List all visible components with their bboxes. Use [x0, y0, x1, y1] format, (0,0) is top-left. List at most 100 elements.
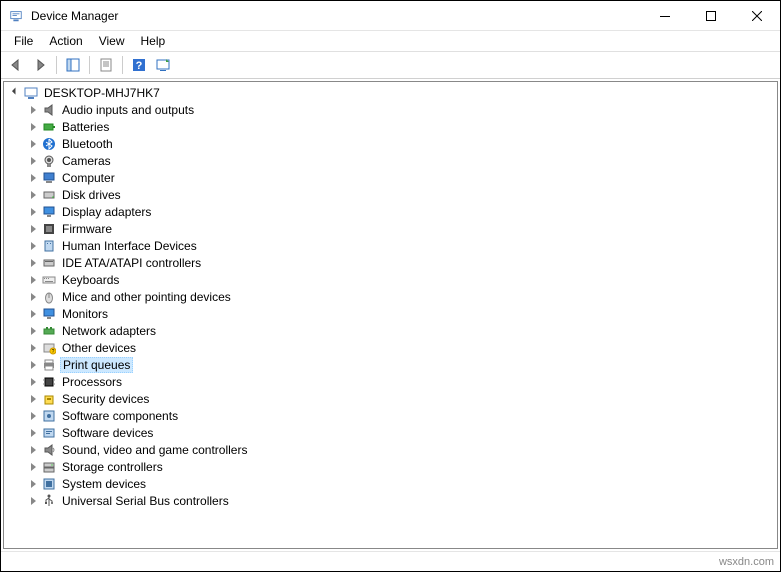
- expander-icon[interactable]: [26, 375, 40, 389]
- expander-icon[interactable]: [26, 324, 40, 338]
- expander-icon[interactable]: [26, 222, 40, 236]
- close-button[interactable]: [734, 1, 780, 31]
- tree-node-cameras[interactable]: Cameras: [26, 152, 777, 169]
- node-label[interactable]: Human Interface Devices: [60, 239, 199, 253]
- tree-node-bluetooth[interactable]: Bluetooth: [26, 135, 777, 152]
- node-label[interactable]: Keyboards: [60, 273, 121, 287]
- expander-icon[interactable]: [26, 205, 40, 219]
- node-label[interactable]: Print queues: [60, 357, 133, 373]
- tree-node-network[interactable]: Network adapters: [26, 322, 777, 339]
- node-label[interactable]: Firmware: [60, 222, 114, 236]
- node-label[interactable]: IDE ATA/ATAPI controllers: [60, 256, 203, 270]
- expander-icon[interactable]: [26, 358, 40, 372]
- node-label[interactable]: Network adapters: [60, 324, 158, 338]
- tree-node-usb[interactable]: Universal Serial Bus controllers: [26, 492, 777, 509]
- node-label[interactable]: Mice and other pointing devices: [60, 290, 233, 304]
- properties-button[interactable]: [95, 54, 117, 76]
- node-label[interactable]: Other devices: [60, 341, 138, 355]
- tree-node-display[interactable]: Display adapters: [26, 203, 777, 220]
- node-label[interactable]: Universal Serial Bus controllers: [60, 494, 231, 508]
- node-label[interactable]: Software components: [60, 409, 180, 423]
- tree-root-node[interactable]: DESKTOP-MHJ7HK7: [8, 84, 777, 101]
- disk-icon: [41, 187, 57, 203]
- node-label[interactable]: Security devices: [60, 392, 151, 406]
- expander-icon[interactable]: [26, 256, 40, 270]
- menu-view[interactable]: View: [92, 32, 132, 50]
- expander-icon[interactable]: [26, 188, 40, 202]
- menu-help[interactable]: Help: [134, 32, 173, 50]
- minimize-button[interactable]: [642, 1, 688, 31]
- tree-node-other[interactable]: ?Other devices: [26, 339, 777, 356]
- expander-icon[interactable]: [26, 171, 40, 185]
- firmware-icon: [41, 221, 57, 237]
- node-label[interactable]: Batteries: [60, 120, 111, 134]
- expander-icon[interactable]: [26, 409, 40, 423]
- app-icon: [9, 8, 25, 24]
- tree-node-keyboards[interactable]: Keyboards: [26, 271, 777, 288]
- device-tree[interactable]: DESKTOP-MHJ7HK7 Audio inputs and outputs…: [3, 81, 778, 549]
- forward-button[interactable]: [29, 54, 51, 76]
- expander-icon[interactable]: [8, 86, 22, 100]
- status-text: wsxdn.com: [719, 556, 774, 568]
- svg-text:?: ?: [136, 60, 143, 72]
- expander-icon[interactable]: [26, 273, 40, 287]
- node-label[interactable]: Storage controllers: [60, 460, 165, 474]
- audio-icon: [41, 102, 57, 118]
- node-label[interactable]: Software devices: [60, 426, 155, 440]
- tree-node-audio[interactable]: Audio inputs and outputs: [26, 101, 777, 118]
- expander-icon[interactable]: [26, 290, 40, 304]
- expander-icon[interactable]: [26, 137, 40, 151]
- tree-node-mice[interactable]: Mice and other pointing devices: [26, 288, 777, 305]
- node-label[interactable]: Disk drives: [60, 188, 123, 202]
- node-label[interactable]: Sound, video and game controllers: [60, 443, 249, 457]
- security-icon: [41, 391, 57, 407]
- node-label[interactable]: Bluetooth: [60, 137, 115, 151]
- tree-node-processors[interactable]: Processors: [26, 373, 777, 390]
- tree-node-ide[interactable]: IDE ATA/ATAPI controllers: [26, 254, 777, 271]
- expander-icon[interactable]: [26, 120, 40, 134]
- tree-node-security[interactable]: Security devices: [26, 390, 777, 407]
- expander-icon[interactable]: [26, 239, 40, 253]
- toolbar-separator: [56, 56, 57, 74]
- show-hide-tree-button[interactable]: [62, 54, 84, 76]
- tree-node-swdev[interactable]: Software devices: [26, 424, 777, 441]
- node-label[interactable]: Processors: [60, 375, 124, 389]
- tree-node-sound[interactable]: Sound, video and game controllers: [26, 441, 777, 458]
- expander-icon[interactable]: [26, 460, 40, 474]
- menu-action[interactable]: Action: [42, 32, 89, 50]
- tree-node-storage[interactable]: Storage controllers: [26, 458, 777, 475]
- maximize-button[interactable]: [688, 1, 734, 31]
- back-button[interactable]: [5, 54, 27, 76]
- expander-icon[interactable]: [26, 341, 40, 355]
- expander-icon[interactable]: [26, 494, 40, 508]
- menu-file[interactable]: File: [7, 32, 40, 50]
- node-label[interactable]: Audio inputs and outputs: [60, 103, 196, 117]
- tree-node-disk[interactable]: Disk drives: [26, 186, 777, 203]
- tree-node-swcomp[interactable]: Software components: [26, 407, 777, 424]
- root-label[interactable]: DESKTOP-MHJ7HK7: [42, 86, 162, 100]
- tree-node-batteries[interactable]: Batteries: [26, 118, 777, 135]
- expander-icon[interactable]: [26, 477, 40, 491]
- usb-icon: [41, 493, 57, 509]
- expander-icon[interactable]: [26, 103, 40, 117]
- tree-node-computer[interactable]: Computer: [26, 169, 777, 186]
- tree-node-system[interactable]: System devices: [26, 475, 777, 492]
- expander-icon[interactable]: [26, 392, 40, 406]
- swdev-icon: [41, 425, 57, 441]
- help-button[interactable]: ?: [128, 54, 150, 76]
- expander-icon[interactable]: [26, 443, 40, 457]
- tree-node-hid[interactable]: Human Interface Devices: [26, 237, 777, 254]
- node-label[interactable]: Display adapters: [60, 205, 153, 219]
- node-label[interactable]: Cameras: [60, 154, 113, 168]
- expander-icon[interactable]: [26, 307, 40, 321]
- node-label[interactable]: Monitors: [60, 307, 110, 321]
- toolbar: ?: [1, 51, 780, 79]
- scan-hardware-button[interactable]: [152, 54, 174, 76]
- tree-node-print[interactable]: Print queues: [26, 356, 777, 373]
- expander-icon[interactable]: [26, 154, 40, 168]
- tree-node-firmware[interactable]: Firmware: [26, 220, 777, 237]
- node-label[interactable]: System devices: [60, 477, 148, 491]
- tree-node-monitors[interactable]: Monitors: [26, 305, 777, 322]
- expander-icon[interactable]: [26, 426, 40, 440]
- node-label[interactable]: Computer: [60, 171, 117, 185]
